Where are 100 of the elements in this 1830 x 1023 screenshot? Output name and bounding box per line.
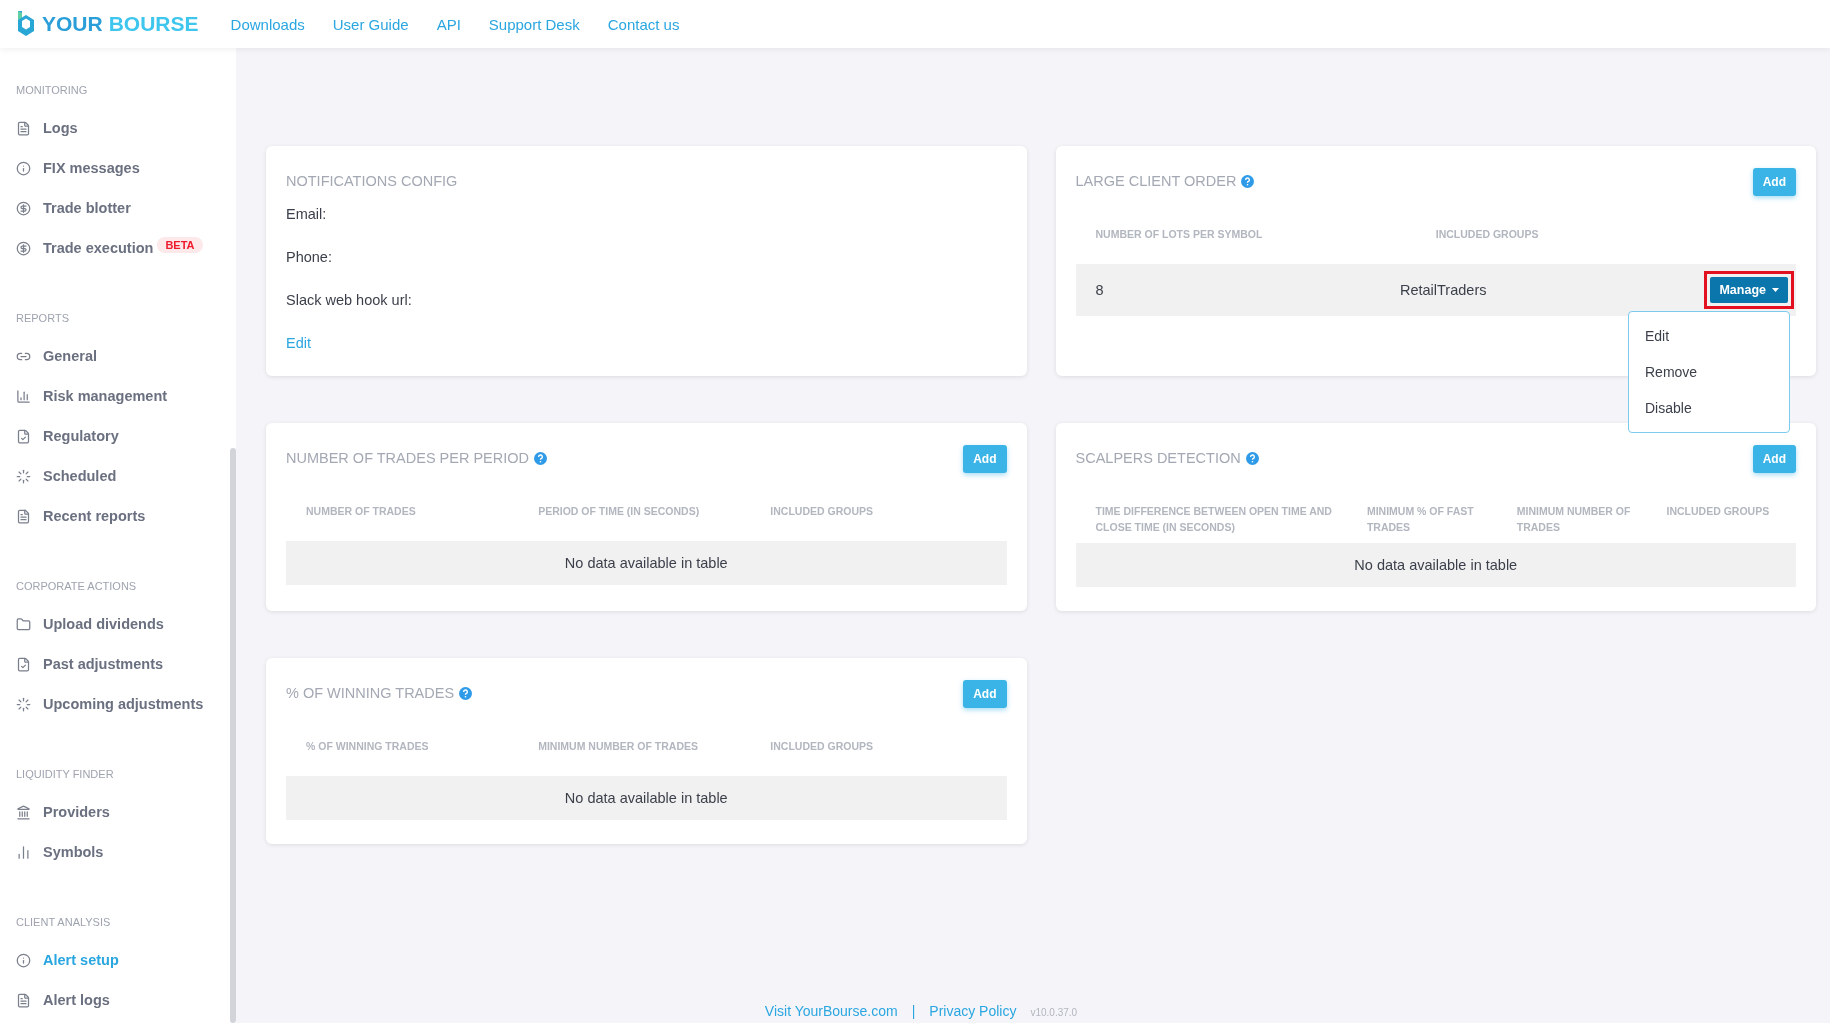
manage-button[interactable]: Manage: [1710, 277, 1788, 303]
sidebar-item[interactable]: General: [16, 336, 97, 376]
column-header: MINIMUM NUMBER OF TRADES: [538, 739, 699, 754]
section-title: CORPORATE ACTIONS: [16, 580, 137, 592]
section-title: MONITORING: [16, 84, 88, 96]
table-cell-text: RetailTraders: [1399, 282, 1488, 298]
sidebar-item[interactable]: Risk management: [16, 376, 168, 416]
column-header: INCLUDED GROUPS: [1435, 227, 1540, 242]
sidebar-item[interactable]: Upload dividends: [16, 604, 164, 644]
document-icon: [16, 992, 31, 1008]
card-title: SCALPERS DETECTION: [1075, 450, 1241, 466]
empty-table-message: No data available in table: [1075, 543, 1796, 587]
sidebar-item-label: Regulatory: [43, 428, 119, 444]
section-title: LIQUIDITY FINDER: [16, 768, 114, 780]
sidebar-item-label: Past adjustments: [43, 656, 164, 672]
caret-icon: [1772, 288, 1779, 292]
column-header: TIME DIFFERENCE BETWEEN OPEN TIME AND CLOSE TIME (IN SECONDS): [1095, 504, 1333, 535]
sidebar-item[interactable]: Trade blotter: [16, 188, 131, 228]
card-title: NOTIFICATIONS CONFIG: [286, 173, 458, 189]
table-cell-text: 8: [1095, 282, 1105, 298]
info-icon: [16, 952, 31, 968]
sidebar-item-label: Alert logs: [43, 992, 110, 1008]
separator: |: [911, 1003, 916, 1019]
nav-link[interactable]: User Guide: [332, 15, 409, 33]
sidebar-item-label: Logs: [43, 120, 78, 136]
sidebar-item-label: Recent reports: [43, 508, 146, 524]
sidebar-item[interactable]: Scheduled: [16, 456, 117, 496]
logo-text: BOURSE: [108, 12, 199, 36]
sidebar-item[interactable]: Upcoming adjustments: [16, 684, 204, 724]
sidebar-item-label: Risk management: [43, 388, 168, 404]
nav-link[interactable]: Contact us: [607, 15, 680, 33]
sidebar-item-label: Trade blotter: [43, 200, 131, 216]
help-icon[interactable]: [459, 686, 473, 700]
sidebar-item-label: Upcoming adjustments: [43, 696, 204, 712]
info-icon: [16, 160, 31, 176]
section-title: REPORTS: [16, 312, 69, 324]
column-header: INCLUDED GROUPS: [1666, 504, 1771, 519]
footer-link[interactable]: Visit YourBourse.com: [764, 1003, 898, 1019]
sidebar-item[interactable]: Recent reports: [16, 496, 146, 536]
sidebar-item[interactable]: Providers: [16, 792, 110, 832]
logo-text: YOUR: [42, 12, 103, 36]
help-icon[interactable]: [534, 451, 548, 465]
menu-item[interactable]: Remove: [1629, 354, 1789, 390]
nav-link[interactable]: Downloads: [230, 15, 305, 33]
nav-link[interactable]: Support Desk: [488, 15, 580, 33]
version-text: v10.0.37.0: [1030, 1007, 1078, 1018]
sidebar-item[interactable]: Alert setup: [16, 940, 119, 980]
card-title: LARGE CLIENT ORDER: [1075, 173, 1237, 189]
sidebar-item[interactable]: Logs: [16, 108, 78, 148]
document-icon: [16, 508, 31, 524]
beta-badge: BETA: [157, 237, 203, 253]
sidebar-item[interactable]: FIX messages: [16, 148, 140, 188]
document-check-icon: [16, 428, 31, 444]
menu-item[interactable]: Edit: [1629, 318, 1789, 354]
bar-chart-icon: [16, 844, 31, 860]
column-header: INCLUDED GROUPS: [770, 739, 874, 754]
sidebar-item[interactable]: Symbols: [16, 832, 104, 872]
footer-link[interactable]: Privacy Policy: [929, 1003, 1017, 1019]
column-header: % OF WINNING TRADES: [306, 739, 430, 754]
help-icon[interactable]: [1241, 174, 1255, 188]
ring-icon: [16, 468, 31, 484]
scrollbar[interactable]: [230, 448, 236, 1023]
dollar-icon: [16, 240, 31, 256]
sidebar-item-label: Alert setup: [43, 952, 119, 968]
field-label: Slack web hook url:: [286, 292, 413, 308]
section-title: CLIENT ANALYSIS: [16, 916, 111, 928]
sidebar-item-label: Trade execution: [43, 240, 154, 256]
sidebar-item[interactable]: Trade execution BETA: [16, 228, 203, 268]
help-icon[interactable]: [1245, 451, 1259, 465]
sidebar-item[interactable]: Alert logs: [16, 980, 110, 1020]
column-header: NUMBER OF LOTS PER SYMBOL: [1095, 227, 1264, 242]
card-title: % OF WINNING TRADES: [286, 685, 455, 701]
column-header: PERIOD OF TIME (IN SECONDS): [538, 504, 701, 519]
card-title: NUMBER OF TRADES PER PERIOD: [286, 450, 530, 466]
logo-icon: [16, 11, 36, 37]
column-header: NUMBER OF TRADES: [306, 504, 417, 519]
sidebar-item[interactable]: Regulatory: [16, 416, 119, 456]
sidebar-item-label: Upload dividends: [43, 616, 164, 632]
column-header: MINIMUM % OF FAST TRADES: [1366, 504, 1475, 535]
folder-icon: [16, 616, 31, 632]
ring-icon: [16, 696, 31, 712]
sidebar-item-label: Scheduled: [43, 468, 117, 484]
field-label: Email:: [286, 206, 328, 222]
document-icon: [16, 120, 31, 136]
bar-chart-icon: [16, 388, 31, 404]
bank-icon: [16, 804, 31, 820]
nav-link[interactable]: API: [436, 15, 461, 33]
field-label: Phone:: [286, 249, 333, 265]
sidebar-item-label: Providers: [43, 804, 110, 820]
column-header: INCLUDED GROUPS: [770, 504, 874, 519]
column-header: MINIMUM NUMBER OF TRADES: [1516, 504, 1632, 535]
sidebar-item-label: General: [43, 348, 97, 364]
sidebar-item-label: Symbols: [43, 844, 104, 860]
menu-item[interactable]: Disable: [1629, 390, 1789, 426]
sidebar-item-label: FIX messages: [43, 160, 140, 176]
sidebar-item[interactable]: Past adjustments: [16, 644, 164, 684]
empty-table-message: No data available in table: [286, 541, 1007, 585]
empty-table-message: No data available in table: [286, 776, 1007, 820]
dollar-icon: [16, 200, 31, 216]
edit-link[interactable]: Edit: [286, 335, 311, 351]
